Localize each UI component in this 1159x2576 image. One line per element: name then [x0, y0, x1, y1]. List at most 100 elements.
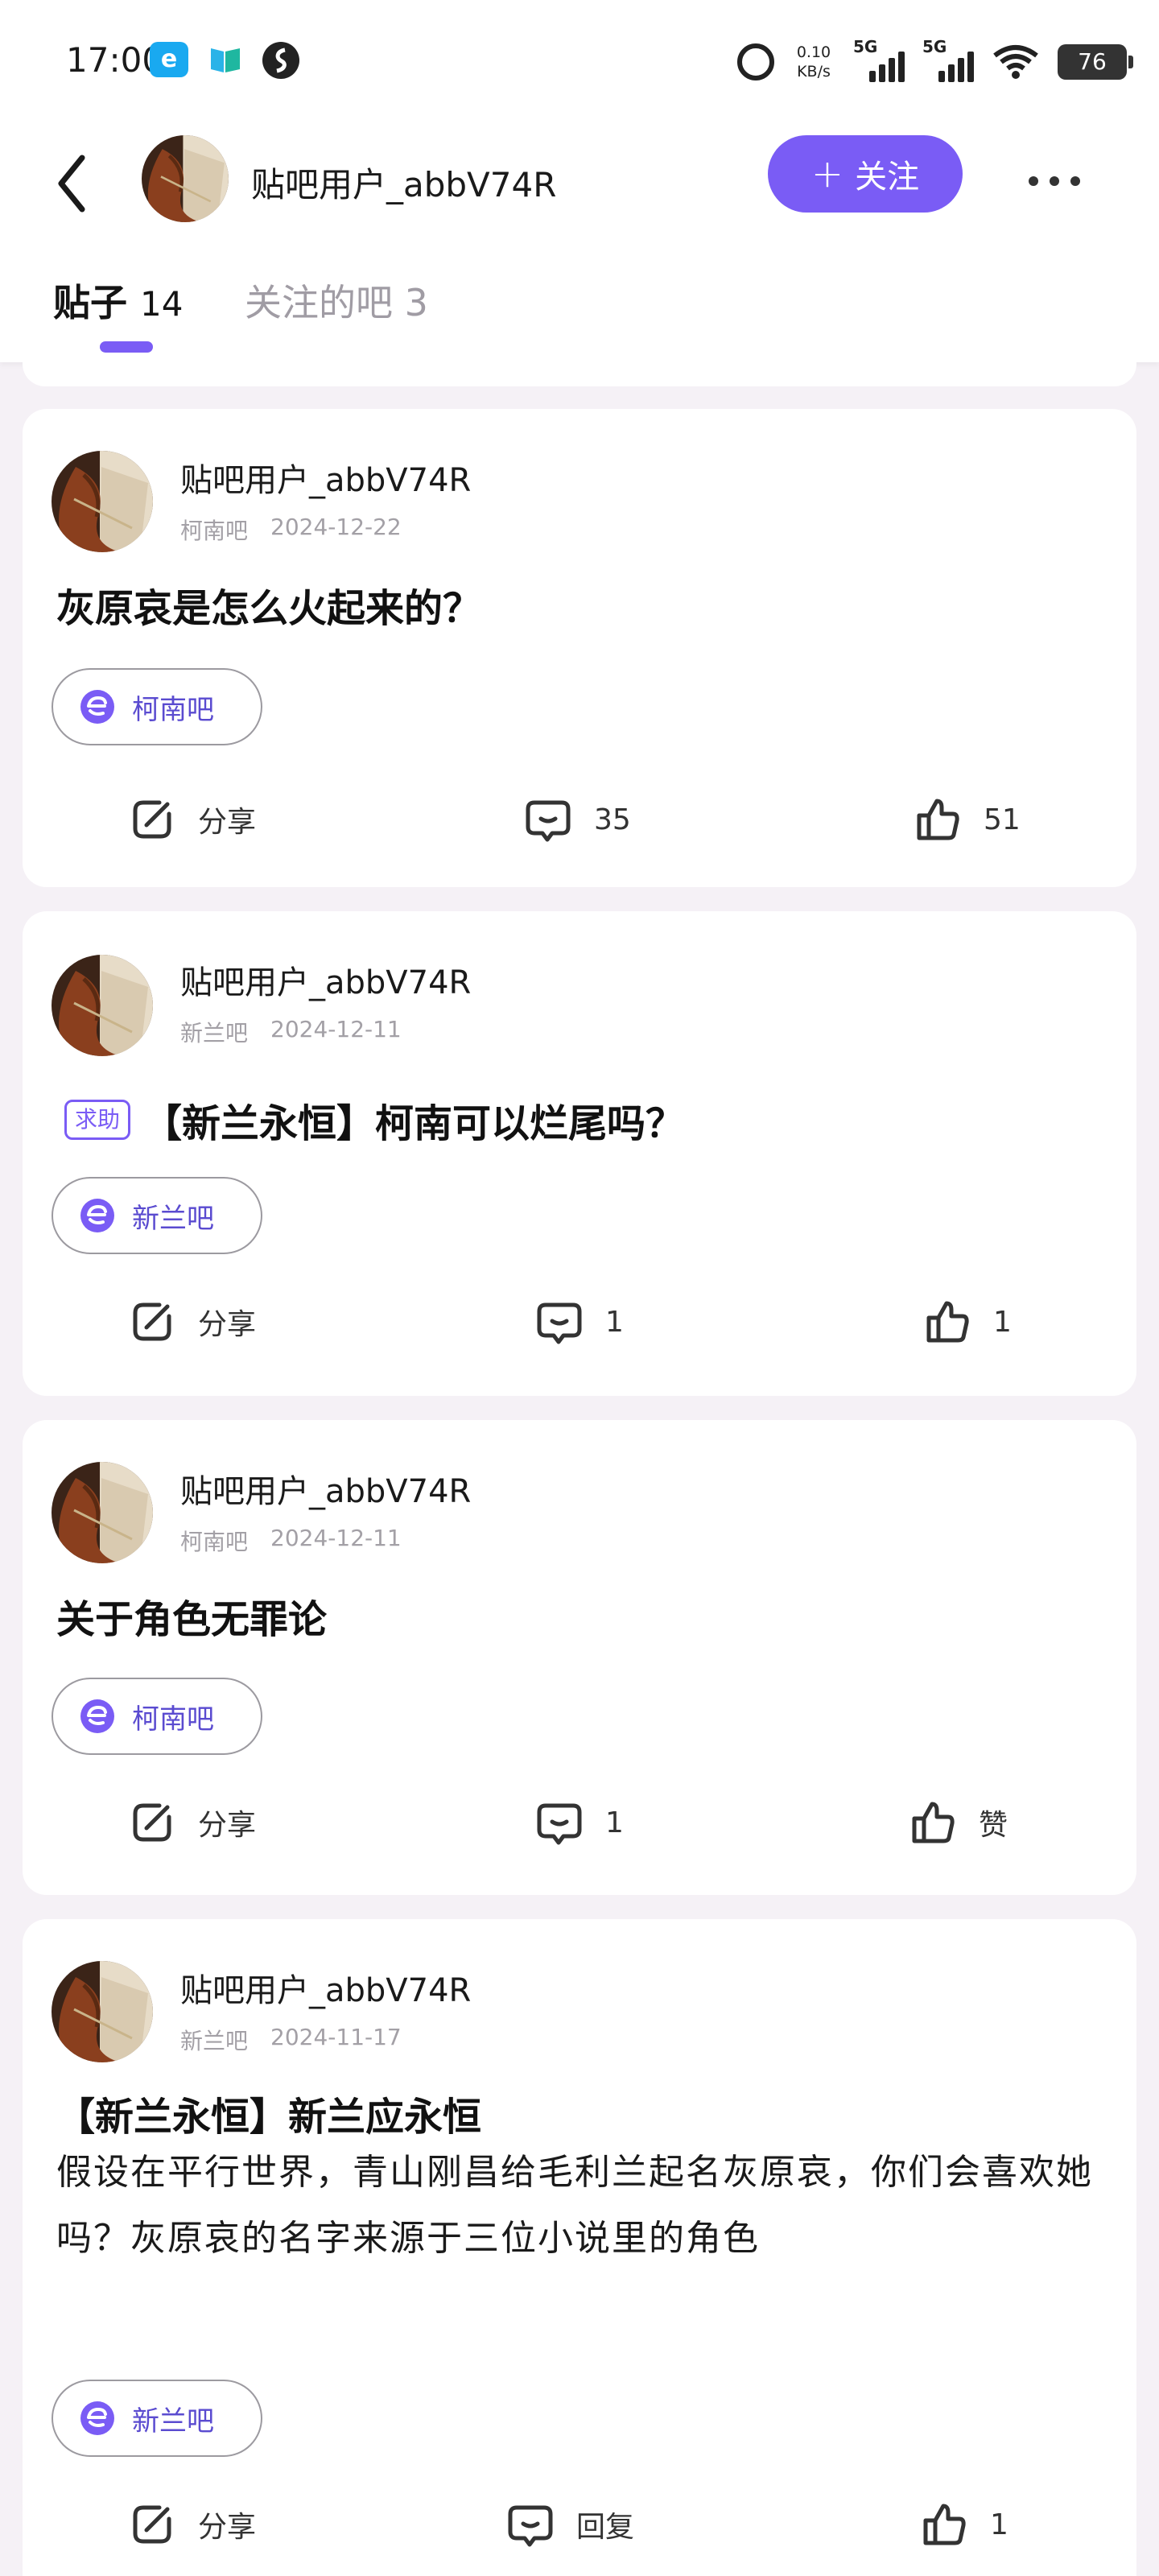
share-button[interactable]: 分享 [127, 1290, 256, 1354]
share-icon [133, 1803, 171, 1842]
post-title-text: 【新兰永恒】柯南可以烂尾吗？ [143, 1101, 685, 1146]
wifi-icon [993, 45, 1038, 79]
share-button[interactable]: 分享 [127, 787, 256, 852]
status-bar: 17:00 e 0.10 KB/s 5G 5G 76 [0, 0, 1159, 121]
comment-button[interactable]: 35 [523, 787, 631, 852]
profile-username: 贴吧用户_abbV74R [251, 165, 557, 204]
post-forum: 新兰吧 [180, 2028, 249, 2054]
like-count: 51 [984, 803, 1021, 836]
back-arrow-icon[interactable] [50, 151, 98, 216]
post-body[interactable]: 假设在平行世界，青山刚昌给毛利兰起名灰原哀，你们会喜欢她吗？灰原哀的名字来源于三… [56, 2140, 1119, 2272]
sim1-label: 5G [853, 37, 878, 56]
tab-followed-bars-label: 关注的吧 [245, 281, 393, 324]
comment-count: 35 [594, 803, 631, 836]
post-date: 2024-12-11 [270, 1525, 402, 1551]
sim2-label: 5G [922, 37, 947, 56]
forum-chip[interactable]: 新兰吧 [52, 2380, 262, 2457]
avatar[interactable] [142, 135, 229, 222]
app-s-icon [262, 42, 299, 79]
post-actions: 分享 1 赞 [23, 1790, 1136, 1855]
post-title-text: 【新兰永恒】新兰应永恒 [56, 2095, 482, 2140]
comment-label: 回复 [576, 2511, 635, 2544]
help-tag: 求助 [64, 1100, 131, 1140]
comment-icon [537, 1302, 582, 1344]
post-username[interactable]: 贴吧用户_abbV74R [180, 1964, 471, 2011]
avatar[interactable] [52, 955, 153, 1056]
thumbs-up-icon [926, 1301, 969, 1343]
like-button[interactable]: 1 [919, 2492, 1008, 2557]
post-username[interactable]: 贴吧用户_abbV74R [180, 1465, 471, 1512]
thumbs-up-icon [917, 799, 959, 840]
post-title-text: 关于角色无罪论 [56, 1597, 328, 1642]
status-time: 17:00 [66, 40, 164, 80]
more-icon[interactable] [1029, 169, 1093, 193]
follow-label: 关注 [855, 159, 920, 196]
comment-count: 1 [605, 1806, 624, 1839]
post-meta: 柯南吧 2024-12-22 [180, 514, 402, 546]
signal-icon: 5G [853, 37, 905, 82]
comment-button[interactable]: 回复 [505, 2492, 634, 2557]
post-meta: 新兰吧 2024-11-17 [180, 2024, 402, 2056]
forum-chip[interactable]: 新兰吧 [52, 1177, 262, 1254]
previous-card-edge [23, 362, 1136, 386]
network-speed-value: 0.10 [796, 43, 831, 61]
like-count: 1 [993, 1305, 1012, 1339]
alarm-icon [737, 43, 774, 80]
share-button[interactable]: 分享 [127, 1790, 256, 1855]
tieba-icon [80, 1699, 114, 1733]
avatar[interactable] [52, 451, 153, 552]
post-actions: 分享 1 1 [23, 1290, 1136, 1354]
post-card[interactable]: 贴吧用户_abbV74R 柯南吧 2024-12-22 灰原哀是怎么火起来的？ … [23, 409, 1136, 887]
thumbs-up-icon [923, 2504, 966, 2545]
tieba-icon [80, 690, 114, 724]
forum-chip-label: 新兰吧 [132, 1202, 214, 1235]
post-title[interactable]: 灰原哀是怎么火起来的？ [56, 576, 481, 633]
app-e-icon: e [150, 42, 188, 77]
share-label: 分享 [198, 806, 257, 839]
like-button[interactable]: 51 [913, 787, 1021, 852]
post-title[interactable]: 关于角色无罪论 [56, 1587, 327, 1644]
post-date: 2024-12-22 [270, 514, 402, 540]
post-actions: 分享 回复 1 [23, 2492, 1136, 2557]
comment-icon [537, 1803, 582, 1845]
like-button[interactable]: 赞 [908, 1790, 1008, 1855]
avatar[interactable] [52, 1462, 153, 1563]
forum-chip-label: 柯南吧 [132, 1703, 214, 1736]
network-speed: 0.10 KB/s [792, 43, 835, 81]
post-title[interactable]: 求助 【新兰永恒】柯南可以烂尾吗？ [64, 1092, 684, 1148]
comment-icon [508, 2505, 553, 2547]
network-speed-unit: KB/s [797, 63, 831, 80]
comment-button[interactable]: 1 [534, 1790, 624, 1855]
post-username[interactable]: 贴吧用户_abbV74R [180, 956, 471, 1003]
tab-posts-label: 贴子 [53, 281, 127, 324]
post-title[interactable]: 【新兰永恒】新兰应永恒 [56, 2085, 481, 2141]
post-username[interactable]: 贴吧用户_abbV74R [180, 454, 471, 501]
tab-posts[interactable]: 贴子 14 [53, 274, 183, 327]
comment-count: 1 [605, 1305, 624, 1339]
tab-followed-bars[interactable]: 关注的吧 3 [245, 274, 428, 327]
post-forum: 柯南吧 [180, 518, 249, 544]
follow-button[interactable]: + 关注 [768, 135, 963, 213]
profile-header: 贴吧用户_abbV74R + 关注 [0, 121, 1159, 243]
like-button[interactable]: 1 [922, 1290, 1012, 1354]
signal-icon: 5G [922, 37, 974, 82]
forum-chip[interactable]: 柯南吧 [52, 1678, 262, 1755]
tab-posts-count: 14 [140, 284, 184, 324]
post-forum: 柯南吧 [180, 1529, 249, 1555]
comment-button[interactable]: 1 [534, 1290, 624, 1354]
share-icon [133, 1302, 171, 1341]
tab-followed-bars-count: 3 [404, 281, 428, 324]
forum-chip[interactable]: 柯南吧 [52, 668, 262, 745]
share-icon [133, 800, 171, 839]
comment-icon [526, 800, 571, 842]
post-card[interactable]: 贴吧用户_abbV74R 新兰吧 2024-11-17 【新兰永恒】新兰应永恒 … [23, 1919, 1136, 2576]
like-count: 1 [990, 2508, 1008, 2541]
avatar[interactable] [52, 1961, 153, 2062]
post-actions: 分享 35 51 [23, 787, 1136, 852]
post-card[interactable]: 贴吧用户_abbV74R 柯南吧 2024-12-11 关于角色无罪论 柯南吧 … [23, 1420, 1136, 1895]
tieba-icon [80, 2401, 114, 2435]
battery-icon: 76 [1058, 44, 1133, 80]
share-label: 分享 [198, 2511, 257, 2544]
share-button[interactable]: 分享 [127, 2492, 256, 2557]
post-card[interactable]: 贴吧用户_abbV74R 新兰吧 2024-12-11 求助 【新兰永恒】柯南可… [23, 911, 1136, 1396]
